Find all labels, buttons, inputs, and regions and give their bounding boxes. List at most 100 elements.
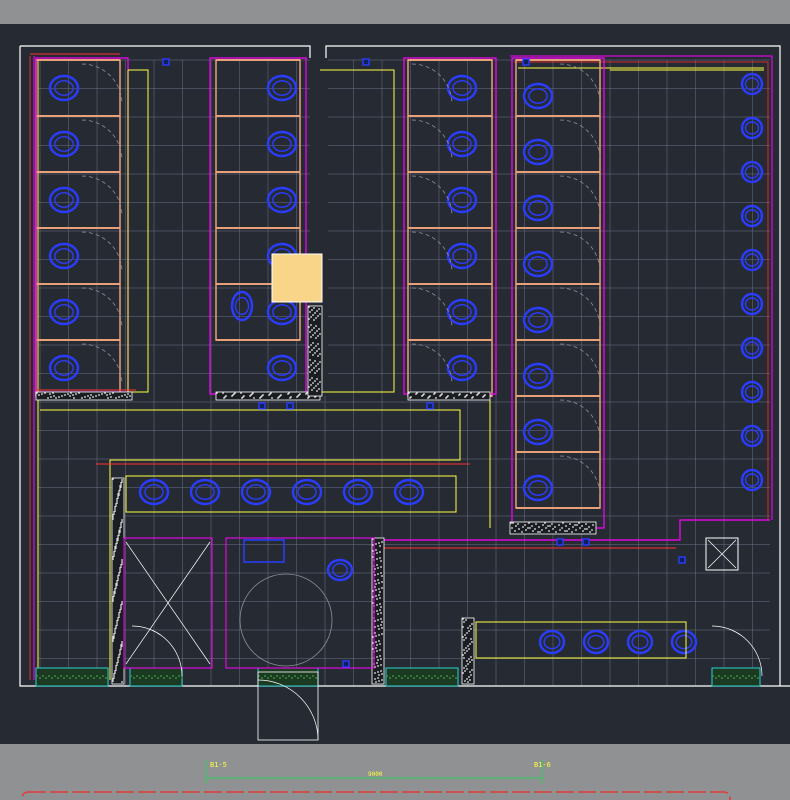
gravel-strip-vertical-stone xyxy=(313,367,315,369)
gravel-strip-left-stone xyxy=(90,394,92,396)
planter-right-plant xyxy=(434,675,436,677)
gravel-strip-center-vertical-stone xyxy=(375,583,377,585)
gravel-strip-left-stone xyxy=(50,396,52,398)
gravel-strip-right-block-stone xyxy=(552,528,554,530)
gravel-strip-vertical-stone xyxy=(316,378,318,380)
gravel-strip-left-vertical-stone xyxy=(119,487,121,489)
gravel-strip-left-stone xyxy=(52,392,54,394)
gravel-strip-vertical-stone xyxy=(309,331,311,333)
planter-left-plant xyxy=(87,677,89,679)
gravel-strip-right-block-stone xyxy=(541,529,543,531)
gravel-strip-left-vertical-stone xyxy=(120,522,122,524)
gravel-strip-mid-stone xyxy=(253,397,255,399)
gravel-strip-center-vertical-stone xyxy=(378,680,380,682)
gravel-strip-center-vertical-stone xyxy=(375,589,377,591)
gravel-strip-left-vertical-stone xyxy=(117,495,119,497)
planter-center-plant xyxy=(285,677,287,679)
gravel-strip-center-vertical-stone xyxy=(377,659,379,661)
gravel-strip-right-vertical-stone xyxy=(463,667,465,669)
gravel-strip-center-vertical-stone xyxy=(379,655,381,657)
gravel-strip-right-vertical-stone xyxy=(471,669,473,671)
gravel-strip-vertical-stone xyxy=(309,311,311,313)
planter-left-2-plant xyxy=(148,675,150,677)
gravel-strip-left-vertical-stone xyxy=(116,500,118,502)
gravel-strip-center-vertical-stone xyxy=(376,610,378,612)
gravel-strip-left-stone xyxy=(47,397,49,399)
gravel-strip-vertical-stone xyxy=(308,366,310,368)
gravel-strip-left-vertical-stone xyxy=(113,551,115,553)
gravel-strip-vertical-stone xyxy=(310,364,312,366)
planter-left-2-plant xyxy=(169,677,171,679)
gravel-strip-center-vertical-stone xyxy=(380,664,382,666)
planter-left-plant xyxy=(42,675,44,677)
planter-left-2-plant xyxy=(130,675,132,677)
planter-far-right-plant xyxy=(721,677,723,679)
gravel-strip-vertical-stone xyxy=(319,353,321,355)
planter-right-plant xyxy=(389,677,391,679)
planter-left-plant xyxy=(75,677,77,679)
gravel-strip-right-vertical-stone xyxy=(462,672,464,674)
gravel-strip-left-vertical-stone xyxy=(119,527,121,529)
gravel-strip-vertical-stone xyxy=(311,389,313,391)
gravel-strip-center-vertical-stone xyxy=(378,634,380,636)
planter-left-plant xyxy=(99,677,101,679)
valve-marker xyxy=(556,538,564,546)
gravel-strip-vertical-stone xyxy=(308,346,310,348)
gravel-strip-right-block-stone xyxy=(554,526,556,528)
gravel-strip-vertical-stone xyxy=(319,333,321,335)
gravel-strip-left-stone xyxy=(36,392,38,394)
gravel-strip-right-block-stone xyxy=(578,522,580,524)
gravel-strip-vertical-stone xyxy=(308,326,310,328)
gravel-strip-vertical-stone xyxy=(315,345,317,347)
planter-center-plant xyxy=(264,675,266,677)
gravel-strip-mid-stone xyxy=(289,397,291,399)
gravel-strip-right-vertical-stone xyxy=(462,618,464,620)
gravel-strip-left-vertical-stone xyxy=(116,498,118,500)
gravel-strip-right-vertical-stone xyxy=(468,676,470,678)
gravel-strip-vertical-stone xyxy=(315,337,317,339)
gravel-strip-mid-stone xyxy=(240,392,242,394)
gravel-strip-vertical-stone xyxy=(316,310,318,312)
gravel-strip-right-block-stone xyxy=(515,525,517,527)
gravel-strip-right-block-stone xyxy=(551,523,553,525)
gravel-strip-right-block xyxy=(509,521,597,535)
gravel-strip-center-vertical-stone xyxy=(377,665,379,667)
gravel-strip-mid-stone xyxy=(307,397,309,399)
planter-center-plant xyxy=(312,675,314,677)
planter-left-plant xyxy=(78,675,80,677)
planter-left-plant xyxy=(51,677,53,679)
gravel-strip-right-vertical-stone xyxy=(471,641,473,643)
gravel-strip-right-block-stone xyxy=(529,527,531,529)
gravel-strip-left-stone xyxy=(104,392,106,394)
planter-left-plant xyxy=(45,677,47,679)
gravel-strip-vertical-stone xyxy=(319,313,321,315)
gravel-strip-vertical-stone xyxy=(312,382,314,384)
gravel-strip-vertical-stone xyxy=(314,360,316,362)
gravel-strip-vertical-stone xyxy=(308,318,310,320)
gravel-strip-left-vertical-stone xyxy=(119,485,121,487)
gravel-strip-left-vertical-stone xyxy=(121,641,123,643)
planter-right-plant xyxy=(395,677,397,679)
gravel-strip-mid-stone xyxy=(287,393,289,395)
planter-center-plant xyxy=(261,677,263,679)
gravel-strip-right-vertical-stone xyxy=(462,626,464,628)
gravel-strip-right-block-stone xyxy=(561,527,563,529)
planter-left-plant xyxy=(81,677,83,679)
gravel-strip-right-block-stone xyxy=(559,529,561,531)
gravel-strip-right-block-stone xyxy=(525,529,527,531)
gravel-strip-right-block-stone xyxy=(558,524,560,526)
gravel-strip-left-vertical-stone xyxy=(112,600,114,602)
gravel-strip-left-vertical-stone xyxy=(113,593,115,595)
planter-center-plant xyxy=(309,677,311,679)
gravel-strip-left-stone xyxy=(118,396,120,398)
gravel-strip-left-vertical-stone xyxy=(119,649,121,651)
gravel-strip-left-vertical-stone xyxy=(117,535,119,537)
gravel-strip-right-block-stone xyxy=(584,528,586,530)
gravel-strip-vertical-stone xyxy=(309,359,311,361)
planter-left-plant xyxy=(84,675,86,677)
gravel-strip-right-block-stone xyxy=(545,527,547,529)
gravel-strip-right-block-stone xyxy=(539,531,541,533)
gravel-strip-left-vertical-stone xyxy=(113,591,115,593)
gravel-strip-left-stone xyxy=(92,396,94,398)
gravel-strip-vertical-stone xyxy=(315,325,317,327)
